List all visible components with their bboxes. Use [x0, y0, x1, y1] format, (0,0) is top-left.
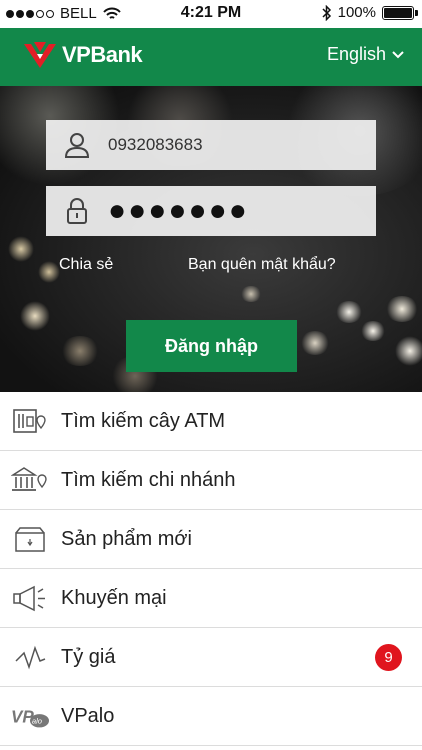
menu-item-new-products[interactable]: Sản phẩm mới — [0, 510, 422, 569]
user-icon — [64, 133, 90, 158]
brand-name: VPBank — [62, 42, 143, 67]
bank-branch-icon — [11, 467, 47, 491]
menu-item-vpalo[interactable]: VP alo VPalo — [0, 687, 422, 746]
bluetooth-icon — [322, 4, 331, 21]
status-bar: BELL 4:21 PM 100% — [0, 0, 422, 28]
vpbank-logo: VPBank — [22, 40, 143, 70]
login-panel: Chia sẻ Bạn quên mật khẩu? Đăng nhập — [0, 86, 422, 392]
language-selector[interactable]: English — [327, 44, 404, 65]
language-label: English — [326, 44, 386, 64]
exchange-rate-chart-icon — [15, 645, 46, 670]
vpalo-logo-icon: VP alo — [11, 708, 49, 728]
menu-item-exchange-rates[interactable]: Tỷ giá 9 — [0, 628, 422, 687]
menu-item-branch-search[interactable]: Tìm kiếm chi nhánh — [0, 451, 422, 510]
menu-label: Tìm kiếm cây ATM — [61, 409, 226, 432]
atm-icon — [13, 409, 46, 433]
login-button[interactable]: Đăng nhập — [126, 320, 297, 372]
password-input[interactable] — [108, 194, 358, 228]
menu-label: Tìm kiếm chi nhánh — [61, 468, 236, 491]
battery-percent: 100% — [337, 4, 376, 21]
menu-item-promotions[interactable]: Khuyến mại — [0, 569, 422, 628]
menu-label: Tỷ giá — [61, 645, 116, 668]
chevron-down-icon — [392, 50, 404, 58]
menu-label: Khuyến mại — [61, 586, 167, 609]
menu-label: Sản phẩm mới — [61, 527, 192, 550]
username-input[interactable] — [108, 135, 358, 155]
password-field[interactable] — [46, 186, 376, 236]
vpbank-logo-icon — [24, 42, 56, 68]
username-field[interactable] — [46, 120, 376, 170]
forgot-password-link[interactable]: Bạn quên mật khẩu? — [188, 256, 336, 274]
menu-label: VPalo — [61, 704, 115, 727]
notification-badge: 9 — [375, 644, 402, 671]
battery-icon — [382, 5, 418, 20]
lock-icon — [67, 198, 87, 224]
app-header: VPBank English — [0, 28, 422, 86]
menu-item-atm-search[interactable]: Tìm kiếm cây ATM — [0, 392, 422, 451]
feature-menu: Tìm kiếm cây ATM Tìm kiếm chi nhánh Sản … — [0, 392, 422, 746]
new-product-box-icon — [15, 527, 45, 552]
svg-text:alo: alo — [32, 717, 42, 726]
share-link[interactable]: Chia sẻ — [59, 256, 113, 274]
svg-text:VP: VP — [11, 708, 34, 727]
megaphone-icon — [13, 585, 45, 612]
